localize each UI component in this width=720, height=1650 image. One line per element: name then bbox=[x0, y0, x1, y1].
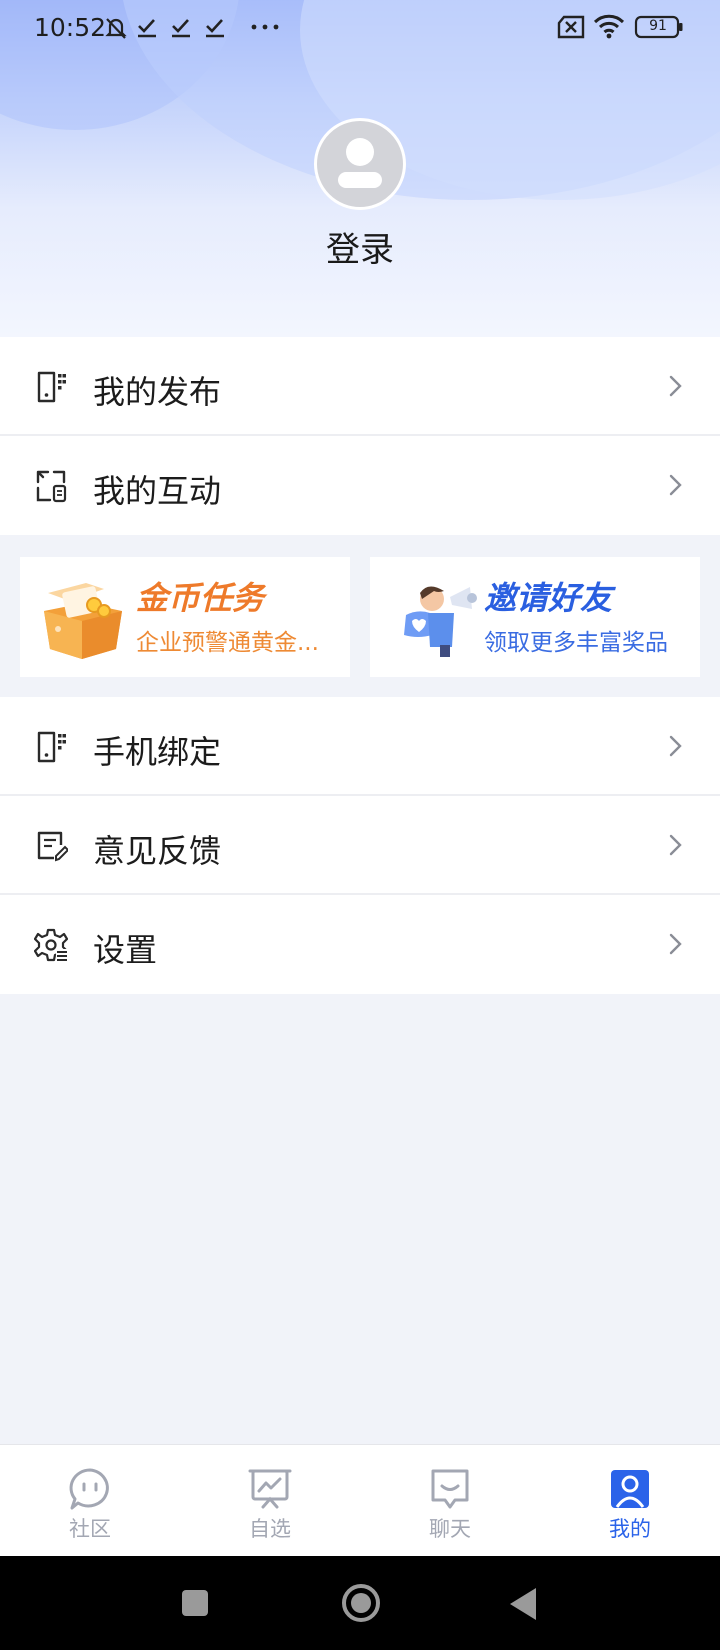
promo-subtitle: 领取更多丰富奖品 bbox=[484, 630, 668, 656]
gift-box-icon bbox=[44, 583, 122, 659]
system-navigation-bar bbox=[0, 1556, 720, 1650]
check-icon bbox=[138, 19, 156, 38]
login-button[interactable]: 登录 bbox=[0, 222, 720, 271]
tab-label: 自选 bbox=[249, 1517, 291, 1541]
tab-chat[interactable]: 聊天 bbox=[360, 1445, 540, 1557]
menu-item-settings[interactable]: 设置 bbox=[0, 895, 720, 994]
menu-item-label: 意见反馈 bbox=[93, 832, 222, 870]
check-icon bbox=[172, 19, 190, 38]
promo-title: 金币任务 bbox=[136, 579, 265, 617]
more-dots-icon bbox=[251, 24, 279, 30]
interaction-icon bbox=[36, 470, 67, 503]
promo-gold-coin-task[interactable]: 金币任务 企业预警通黄金... bbox=[20, 557, 350, 677]
promo-title: 邀请好友 bbox=[484, 579, 613, 617]
document-icon bbox=[37, 371, 66, 403]
chevron-right-icon bbox=[669, 375, 682, 397]
wifi-icon bbox=[593, 14, 625, 39]
battery-level: 91 bbox=[649, 18, 667, 34]
message-icon bbox=[431, 1469, 469, 1509]
sim-off-icon bbox=[557, 15, 585, 39]
tab-label: 社区 bbox=[69, 1517, 111, 1541]
menu-item-my-posts[interactable]: 我的发布 bbox=[0, 337, 720, 436]
menu-item-label: 设置 bbox=[93, 931, 158, 969]
menu-group-top: 我的发布 我的互动 bbox=[0, 337, 720, 535]
menu-item-label: 我的互动 bbox=[93, 472, 222, 510]
home-button-icon[interactable] bbox=[340, 1582, 382, 1624]
tab-label: 聊天 bbox=[429, 1517, 471, 1541]
back-button-icon[interactable] bbox=[508, 1586, 538, 1622]
mute-icon bbox=[105, 18, 127, 39]
recent-apps-icon[interactable] bbox=[180, 1588, 210, 1618]
feedback-icon bbox=[37, 831, 68, 862]
menu-item-label: 我的发布 bbox=[93, 373, 222, 411]
bottom-tab-bar: 社区 自选 聊天 我的 bbox=[0, 1444, 720, 1556]
menu-item-my-interactions[interactable]: 我的互动 bbox=[0, 436, 720, 535]
profile-header: 10:52 91 登录 bbox=[0, 0, 720, 337]
menu-group-bottom: 手机绑定 意见反馈 设置 bbox=[0, 697, 720, 994]
tab-mine[interactable]: 我的 bbox=[540, 1445, 720, 1557]
profile-icon bbox=[611, 1470, 649, 1508]
tab-community[interactable]: 社区 bbox=[0, 1445, 180, 1557]
gear-icon bbox=[34, 928, 68, 962]
tab-label: 我的 bbox=[609, 1517, 651, 1541]
tab-watchlist[interactable]: 自选 bbox=[180, 1445, 360, 1557]
promo-invite-friends[interactable]: 邀请好友 领取更多丰富奖品 bbox=[370, 557, 700, 677]
status-time: 10:52 bbox=[34, 13, 107, 42]
default-avatar-icon bbox=[338, 138, 382, 188]
chat-bubble-icon bbox=[69, 1468, 109, 1510]
check-icon bbox=[206, 19, 224, 38]
chevron-right-icon bbox=[669, 834, 682, 856]
menu-item-label: 手机绑定 bbox=[93, 733, 222, 771]
phone-icon bbox=[37, 731, 66, 763]
avatar[interactable] bbox=[314, 118, 406, 210]
menu-item-phone-binding[interactable]: 手机绑定 bbox=[0, 697, 720, 796]
promo-subtitle: 企业预警通黄金... bbox=[136, 630, 319, 656]
chevron-right-icon bbox=[669, 933, 682, 955]
chevron-right-icon bbox=[669, 474, 682, 496]
menu-item-feedback[interactable]: 意见反馈 bbox=[0, 796, 720, 895]
chevron-right-icon bbox=[669, 735, 682, 757]
chart-board-icon bbox=[248, 1469, 292, 1509]
status-bar: 10:52 91 bbox=[0, 0, 720, 56]
invite-person-icon bbox=[404, 586, 477, 657]
